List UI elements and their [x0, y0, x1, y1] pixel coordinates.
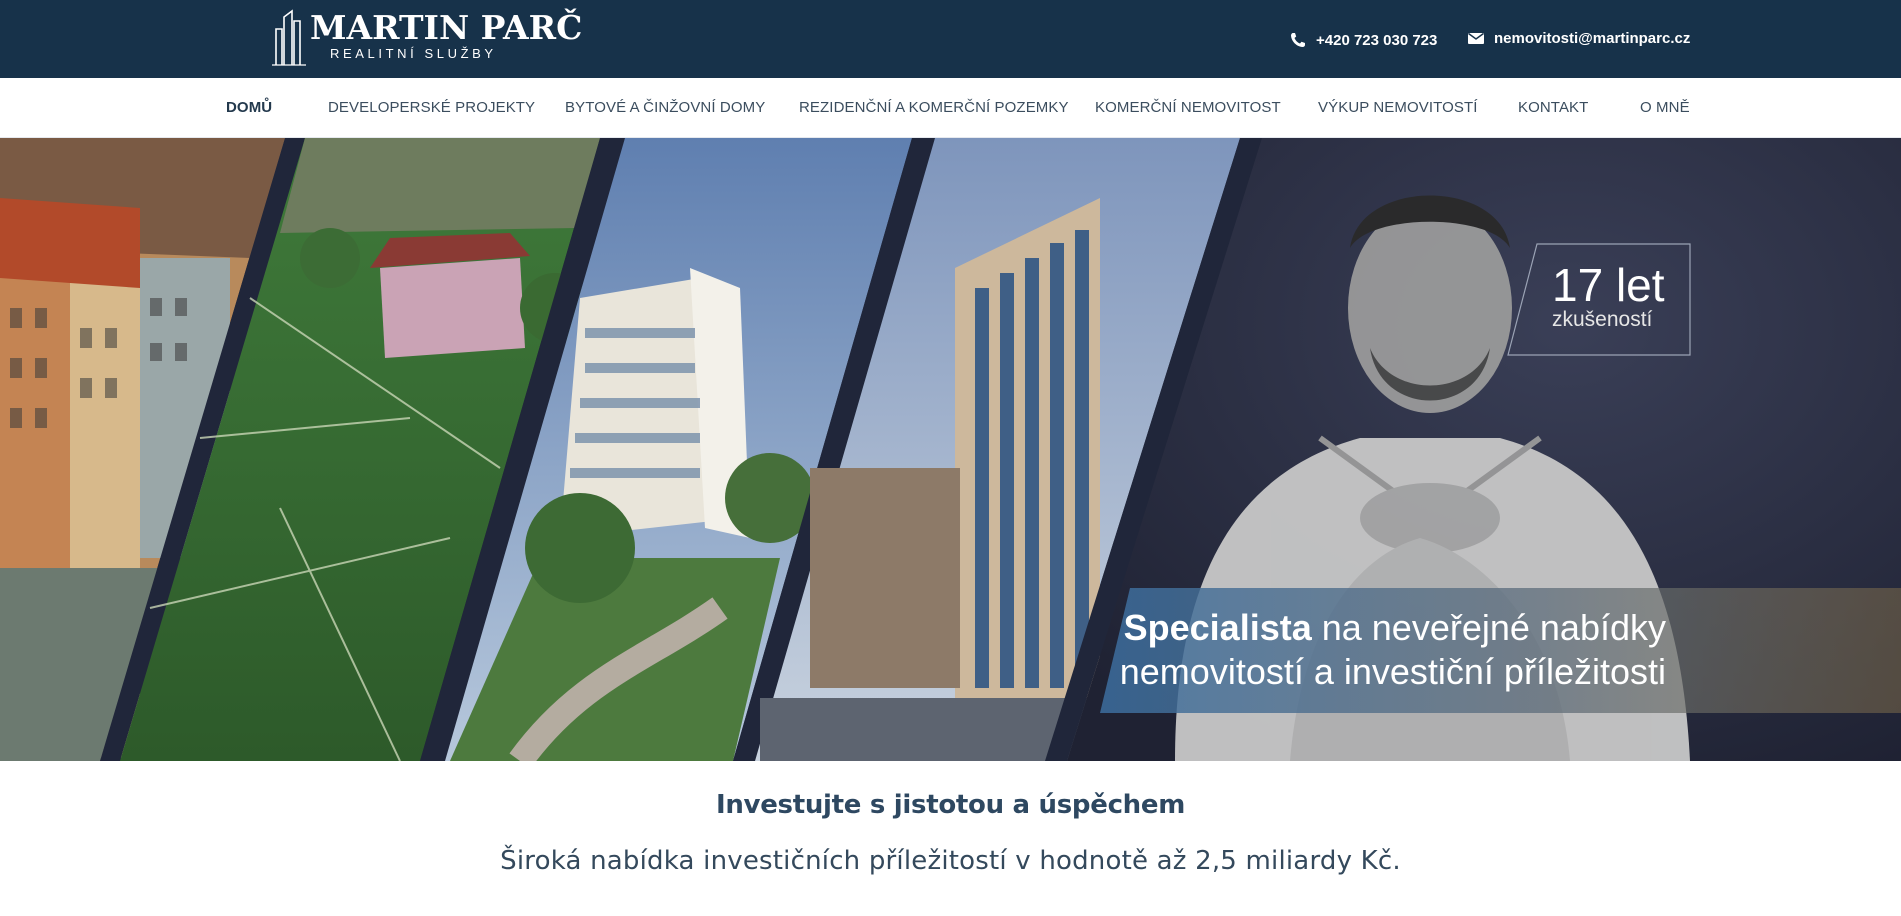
- top-bar: MARTIN PARČ REALITNÍ SLUŽBY +420 723 030…: [0, 0, 1901, 78]
- nav-item-developerske-projekty[interactable]: DEVELOPERSKÉ PROJEKTY: [328, 78, 535, 138]
- slogan-line2: nemovitostí a investiční příležitosti: [1119, 651, 1666, 692]
- hero-slogan: Specialista na neveřejné nabídky nemovit…: [1120, 606, 1666, 694]
- nav-item-vykup-nemovitosti[interactable]: VÝKUP NEMOVITOSTÍ: [1318, 78, 1478, 138]
- nav-item-bytove-domy[interactable]: BYTOVÉ A ČINŽOVNÍ DOMY: [565, 78, 765, 138]
- nav-item-kontakt[interactable]: KONTAKT: [1518, 78, 1588, 138]
- nav-item-pozemky[interactable]: REZIDENČNÍ A KOMERČNÍ POZEMKY: [799, 78, 1069, 138]
- experience-years: 17 let: [1552, 259, 1665, 311]
- nav-item-komercni-nemovitost[interactable]: KOMERČNÍ NEMOVITOST: [1095, 78, 1281, 138]
- hero-banner: 17 let zkušeností Specialista na neveřej…: [0, 138, 1901, 761]
- intro-headline: Investujte s jistotou a úspěchem: [715, 790, 1186, 820]
- phone-number: +420 723 030 723: [1316, 31, 1438, 49]
- envelope-icon: [1468, 32, 1484, 44]
- email-link[interactable]: nemovitosti@martinparc.cz: [1466, 26, 1690, 50]
- experience-label: zkušeností: [1552, 308, 1653, 331]
- intro-subline: Široká nabídka investičních příležitostí…: [500, 846, 1401, 876]
- logo[interactable]: MARTIN PARČ REALITNÍ SLUŽBY: [270, 7, 582, 69]
- phone-icon: [1291, 33, 1305, 47]
- main-nav: DOMŮ DEVELOPERSKÉ PROJEKTY BYTOVÉ A ČINŽ…: [0, 78, 1901, 138]
- slogan-line1: na neveřejné nabídky: [1311, 607, 1666, 648]
- brand-name: MARTIN PARČ: [310, 8, 583, 47]
- nav-item-domu[interactable]: DOMŮ: [226, 78, 272, 138]
- phone-link[interactable]: +420 723 030 723: [1288, 28, 1437, 52]
- brand-tagline: REALITNÍ SLUŽBY: [330, 46, 497, 61]
- nav-item-o-mne[interactable]: O MNĚ: [1640, 78, 1690, 138]
- email-address: nemovitosti@martinparc.cz: [1494, 29, 1691, 47]
- slogan-bold: Specialista: [1123, 607, 1312, 648]
- building-logo-icon: [272, 9, 306, 66]
